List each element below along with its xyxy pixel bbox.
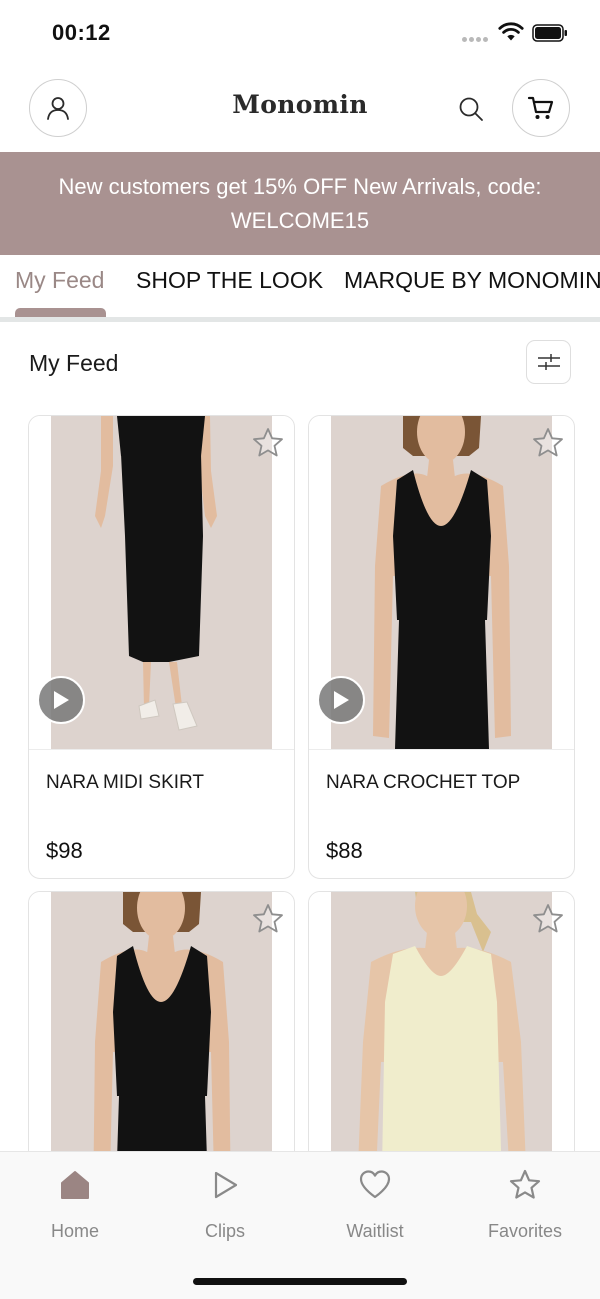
product-card[interactable]: NARA MIDI SKIRT $98 <box>28 415 295 879</box>
app-header: Monomin <box>0 66 600 152</box>
battery-icon <box>532 24 567 42</box>
status-time: 00:12 <box>52 20 111 45</box>
category-tabs: My Feed SHOP THE LOOK MARQUE BY MONOMIN <box>0 255 600 322</box>
product-price: $88 <box>326 838 363 863</box>
card-divider <box>309 749 574 750</box>
signal-dots-icon <box>462 37 490 43</box>
promo-banner[interactable]: New customers get 15% OFF New Arrivals, … <box>0 152 600 255</box>
nav-favorites[interactable]: Favorites <box>465 1168 585 1242</box>
active-tab-indicator <box>15 308 106 317</box>
favorite-star-icon[interactable] <box>531 902 565 936</box>
product-card[interactable]: NARA CROCHET TOP $88 <box>308 415 575 879</box>
product-image[interactable] <box>29 416 293 749</box>
promo-code: WELCOME15 <box>230 208 370 233</box>
filter-button[interactable] <box>526 340 571 384</box>
home-icon <box>61 1171 89 1199</box>
tab-my-feed[interactable]: My Feed <box>15 267 104 294</box>
favorite-star-icon[interactable] <box>531 426 565 460</box>
play-icon <box>334 691 349 709</box>
nav-favorites-label: Favorites <box>487 1221 563 1241</box>
product-image[interactable] <box>309 416 573 749</box>
bottom-navigation: Home Clips Waitlist Favorites <box>0 1151 600 1299</box>
status-bar: 00:12 <box>0 0 600 66</box>
sliders-icon <box>537 354 560 370</box>
nav-home-label: Home <box>50 1221 99 1241</box>
play-icon <box>54 691 69 709</box>
wifi-icon <box>498 22 524 41</box>
star-icon <box>509 1169 541 1199</box>
nav-waitlist-label: Waitlist <box>346 1221 404 1241</box>
nav-home[interactable]: Home <box>15 1168 135 1242</box>
product-name: NARA CROCHET TOP <box>326 772 521 793</box>
favorite-star-icon[interactable] <box>251 426 285 460</box>
nav-waitlist[interactable]: Waitlist <box>315 1168 435 1242</box>
home-indicator <box>193 1278 407 1285</box>
play-icon <box>214 1171 238 1199</box>
product-price: $98 <box>46 838 83 863</box>
feed-title: My Feed <box>29 350 119 376</box>
heart-icon <box>359 1170 391 1199</box>
nav-clips[interactable]: Clips <box>165 1168 285 1242</box>
search-icon <box>459 97 483 121</box>
cart-button[interactable] <box>512 79 570 137</box>
play-video-button[interactable] <box>317 676 365 724</box>
cart-icon <box>527 96 554 119</box>
tab-shop-the-look[interactable]: SHOP THE LOOK <box>136 267 323 294</box>
brand-logo[interactable]: Monomin <box>0 90 600 119</box>
tab-marque-by-monomin[interactable]: MARQUE BY MONOMIN <box>344 267 600 294</box>
product-name: NARA MIDI SKIRT <box>46 772 205 793</box>
search-button[interactable] <box>452 90 490 128</box>
favorite-star-icon[interactable] <box>251 902 285 936</box>
card-divider <box>29 749 294 750</box>
play-video-button[interactable] <box>37 676 85 724</box>
promo-text-line1: New customers get 15% OFF New Arrivals, … <box>58 174 542 199</box>
nav-clips-label: Clips <box>204 1221 245 1241</box>
